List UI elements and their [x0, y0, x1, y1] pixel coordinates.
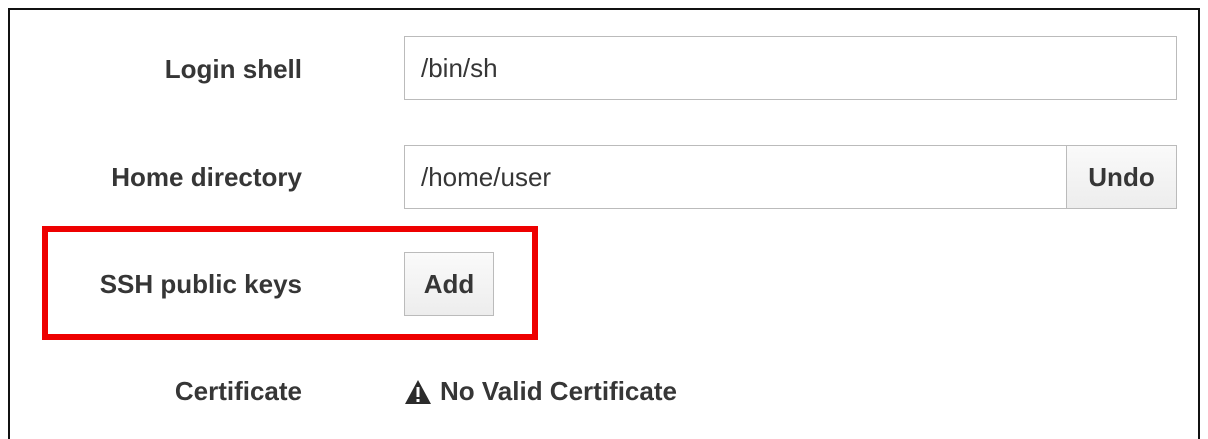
warning-triangle-icon [404, 378, 432, 404]
undo-button[interactable]: Undo [1066, 145, 1177, 209]
login-shell-input[interactable]: /bin/sh [404, 36, 1177, 100]
certificate-status: No Valid Certificate [404, 373, 677, 409]
certificate-label: Certificate [174, 376, 302, 406]
add-ssh-key-button[interactable]: Add [404, 252, 494, 316]
certificate-status-text: No Valid Certificate [440, 376, 677, 406]
ssh-public-keys-label: SSH public keys [99, 269, 302, 299]
login-shell-label: Login shell [164, 54, 302, 84]
home-directory-label: Home directory [111, 162, 302, 192]
home-directory-input[interactable]: /home/user [404, 145, 1067, 209]
